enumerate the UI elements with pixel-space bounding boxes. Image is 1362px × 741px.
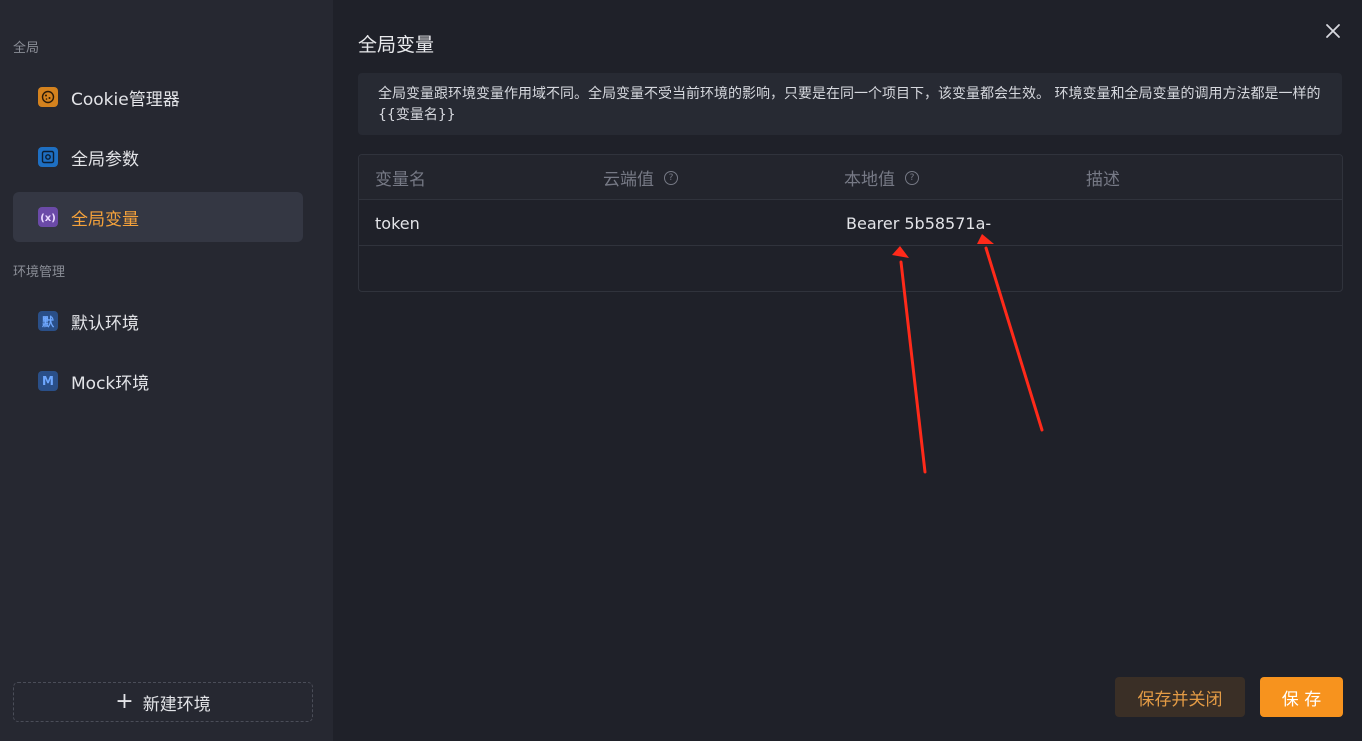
table-row[interactable]: token Bearer 5b58571a- — [359, 200, 1342, 246]
sidebar: 全局 Cookie管理器 全局参数 (x) 全局变量 环境管理 默 默认环境 M — [0, 0, 333, 741]
sidebar-item-global-params[interactable]: 全局参数 — [13, 132, 303, 182]
sidebar-item-label: Mock环境 — [71, 373, 150, 394]
help-icon[interactable]: ? — [905, 170, 919, 185]
cell-variable-name[interactable]: token — [375, 200, 420, 246]
column-header-cloud: 云端值 ? — [603, 155, 678, 200]
cookie-icon — [38, 87, 58, 107]
save-and-close-button[interactable]: 保存并关闭 — [1115, 677, 1245, 717]
help-icon[interactable]: ? — [664, 170, 678, 185]
variables-table: 变量名 云端值 ? 本地值 ? 描述 token Bearer 5b58571a… — [358, 154, 1343, 292]
section-label-env: 环境管理 — [13, 265, 66, 280]
notice-text: 全局变量跟环境变量作用域不同。全局变量不受当前环境的影响，只要是在同一个项目下，… — [358, 73, 1342, 135]
table-row-empty[interactable] — [359, 246, 1342, 291]
plus-icon: + — [115, 689, 134, 714]
app-window: 全局 Cookie管理器 全局参数 (x) 全局变量 环境管理 默 默认环境 M — [0, 0, 1362, 741]
sidebar-item-cookie-manager[interactable]: Cookie管理器 — [13, 72, 303, 122]
cell-local-value[interactable]: Bearer 5b58571a- — [846, 200, 991, 246]
close-icon[interactable] — [1322, 20, 1344, 42]
default-env-icon: 默 — [38, 311, 58, 331]
section-label-global: 全局 — [13, 41, 40, 56]
save-button[interactable]: 保 存 — [1260, 677, 1343, 717]
sidebar-item-label: 全局参数 — [71, 149, 139, 170]
main-panel: 全局变量 全局变量跟环境变量作用域不同。全局变量不受当前环境的影响，只要是在同一… — [333, 0, 1362, 741]
sidebar-item-label: Cookie管理器 — [71, 89, 180, 110]
new-environment-button[interactable]: + 新建环境 — [13, 682, 313, 722]
gear-icon — [38, 147, 58, 167]
column-header-local: 本地值 ? — [844, 155, 919, 200]
table-header: 变量名 云端值 ? 本地值 ? 描述 — [359, 155, 1342, 200]
column-header-name: 变量名 — [375, 170, 426, 190]
new-environment-label: 新建环境 — [142, 694, 211, 715]
column-header-description: 描述 — [1086, 170, 1120, 190]
page-title: 全局变量 — [358, 34, 435, 56]
mock-env-icon: M — [38, 371, 58, 391]
sidebar-item-default-env[interactable]: 默 默认环境 — [13, 296, 303, 346]
svg-text:(x): (x) — [40, 213, 56, 224]
variable-icon: (x) — [38, 207, 58, 227]
sidebar-item-label: 全局变量 — [71, 209, 139, 230]
sidebar-item-label: 默认环境 — [71, 313, 139, 334]
sidebar-item-global-variables[interactable]: (x) 全局变量 — [13, 192, 303, 242]
sidebar-item-mock-env[interactable]: M Mock环境 — [13, 356, 303, 406]
